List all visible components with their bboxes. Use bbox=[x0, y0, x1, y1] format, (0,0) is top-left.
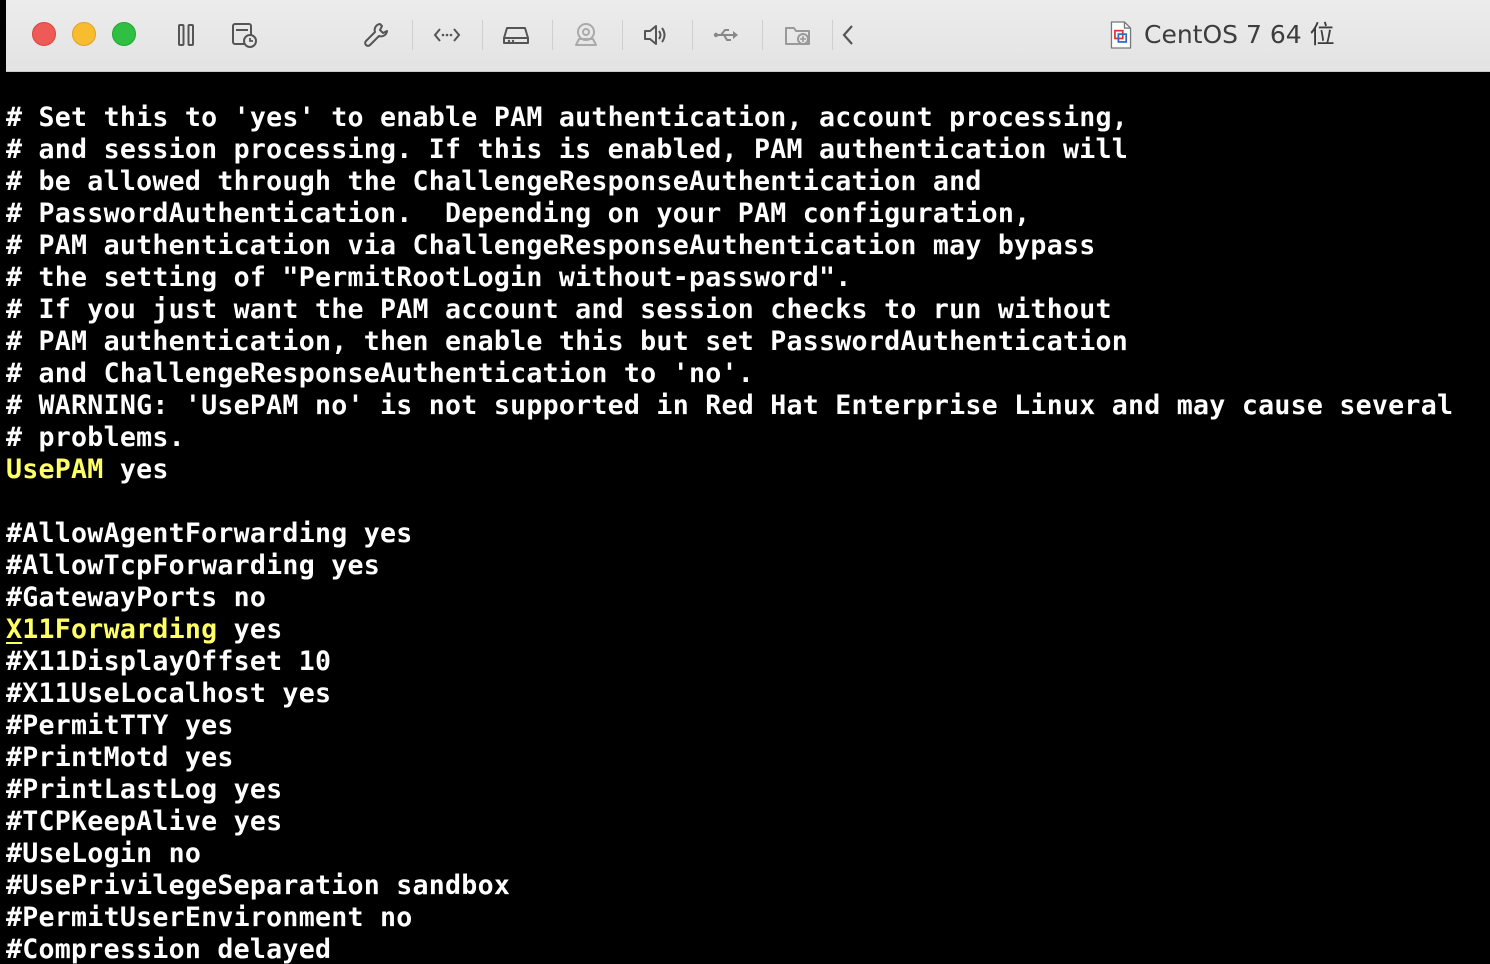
vm-document-icon bbox=[1104, 18, 1138, 52]
usepam-key: UsePAM bbox=[6, 454, 104, 485]
setting-line: #Compression delayed bbox=[6, 934, 332, 964]
comment-line: # be allowed through the ChallengeRespon… bbox=[6, 166, 982, 197]
comment-line: # problems. bbox=[6, 422, 185, 453]
window-title: CentOS 7 64 位 bbox=[1144, 20, 1335, 49]
setting-line: #TCPKeepAlive yes bbox=[6, 806, 283, 837]
collapse-chevron-icon[interactable] bbox=[832, 18, 866, 52]
toolbar-separator bbox=[412, 20, 413, 50]
snapshot-icon[interactable] bbox=[227, 18, 261, 52]
comment-line: # PAM authentication via ChallengeRespon… bbox=[6, 230, 1096, 261]
comment-line: # PasswordAuthentication. Depending on y… bbox=[6, 198, 1031, 229]
terminal-screen[interactable]: # Set this to 'yes' to enable PAM authen… bbox=[6, 72, 1490, 964]
toolbar-separator bbox=[762, 20, 763, 50]
setting-line: #UseLogin no bbox=[6, 838, 202, 869]
usb-icon[interactable] bbox=[709, 18, 743, 52]
x11forwarding-value: yes bbox=[217, 614, 283, 645]
close-button[interactable] bbox=[32, 22, 56, 46]
comment-line: # If you just want the PAM account and s… bbox=[6, 294, 1112, 325]
comment-line: # WARNING: 'UsePAM no' is not supported … bbox=[6, 390, 1454, 421]
comment-line: # and session processing. If this is ena… bbox=[6, 134, 1128, 165]
setting-line: #PermitTTY yes bbox=[6, 710, 234, 741]
toolbar-separator bbox=[552, 20, 553, 50]
comment-line: # Set this to 'yes' to enable PAM authen… bbox=[6, 102, 1128, 133]
comment-line: # PAM authentication, then enable this b… bbox=[6, 326, 1128, 357]
text-cursor: X bbox=[6, 614, 23, 645]
usepam-line: UsePAM yes bbox=[6, 454, 169, 486]
speaker-icon[interactable] bbox=[638, 18, 672, 52]
camera-icon[interactable] bbox=[569, 18, 603, 52]
setting-line: #AllowTcpForwarding yes bbox=[6, 550, 380, 581]
settings-wrench-icon[interactable] bbox=[359, 18, 393, 52]
setting-line: #PrintLastLog yes bbox=[6, 774, 283, 805]
network-code-icon[interactable] bbox=[430, 18, 464, 52]
maximize-button[interactable] bbox=[112, 22, 136, 46]
toolbar-separator bbox=[482, 20, 483, 50]
x11forwarding-key: 11Forwarding bbox=[22, 614, 218, 645]
setting-line: #PrintMotd yes bbox=[6, 742, 234, 773]
setting-line: #AllowAgentForwarding yes bbox=[6, 518, 413, 549]
setting-line: #X11DisplayOffset 10 bbox=[6, 646, 332, 677]
title-bar: CentOS 7 64 位 bbox=[6, 0, 1490, 72]
usepam-value: yes bbox=[103, 454, 169, 485]
toolbar-separator bbox=[622, 20, 623, 50]
toolbar-separator bbox=[692, 20, 693, 50]
minimize-button[interactable] bbox=[72, 22, 96, 46]
comment-line: # and ChallengeResponseAuthentication to… bbox=[6, 358, 754, 389]
setting-line: #PermitUserEnvironment no bbox=[6, 902, 413, 933]
vm-window: CentOS 7 64 位 # Set this to 'yes' to ena… bbox=[0, 0, 1490, 964]
setting-line: #UsePrivilegeSeparation sandbox bbox=[6, 870, 511, 901]
setting-line: #X11UseLocalhost yes bbox=[6, 678, 332, 709]
hard-disk-icon[interactable] bbox=[499, 18, 533, 52]
x11forwarding-line: X11Forwarding yes bbox=[6, 614, 282, 646]
shared-folder-icon[interactable] bbox=[781, 18, 815, 52]
comment-line: # the setting of "PermitRootLogin withou… bbox=[6, 262, 852, 293]
setting-line: #GatewayPorts no bbox=[6, 582, 267, 613]
pause-icon[interactable] bbox=[169, 18, 203, 52]
